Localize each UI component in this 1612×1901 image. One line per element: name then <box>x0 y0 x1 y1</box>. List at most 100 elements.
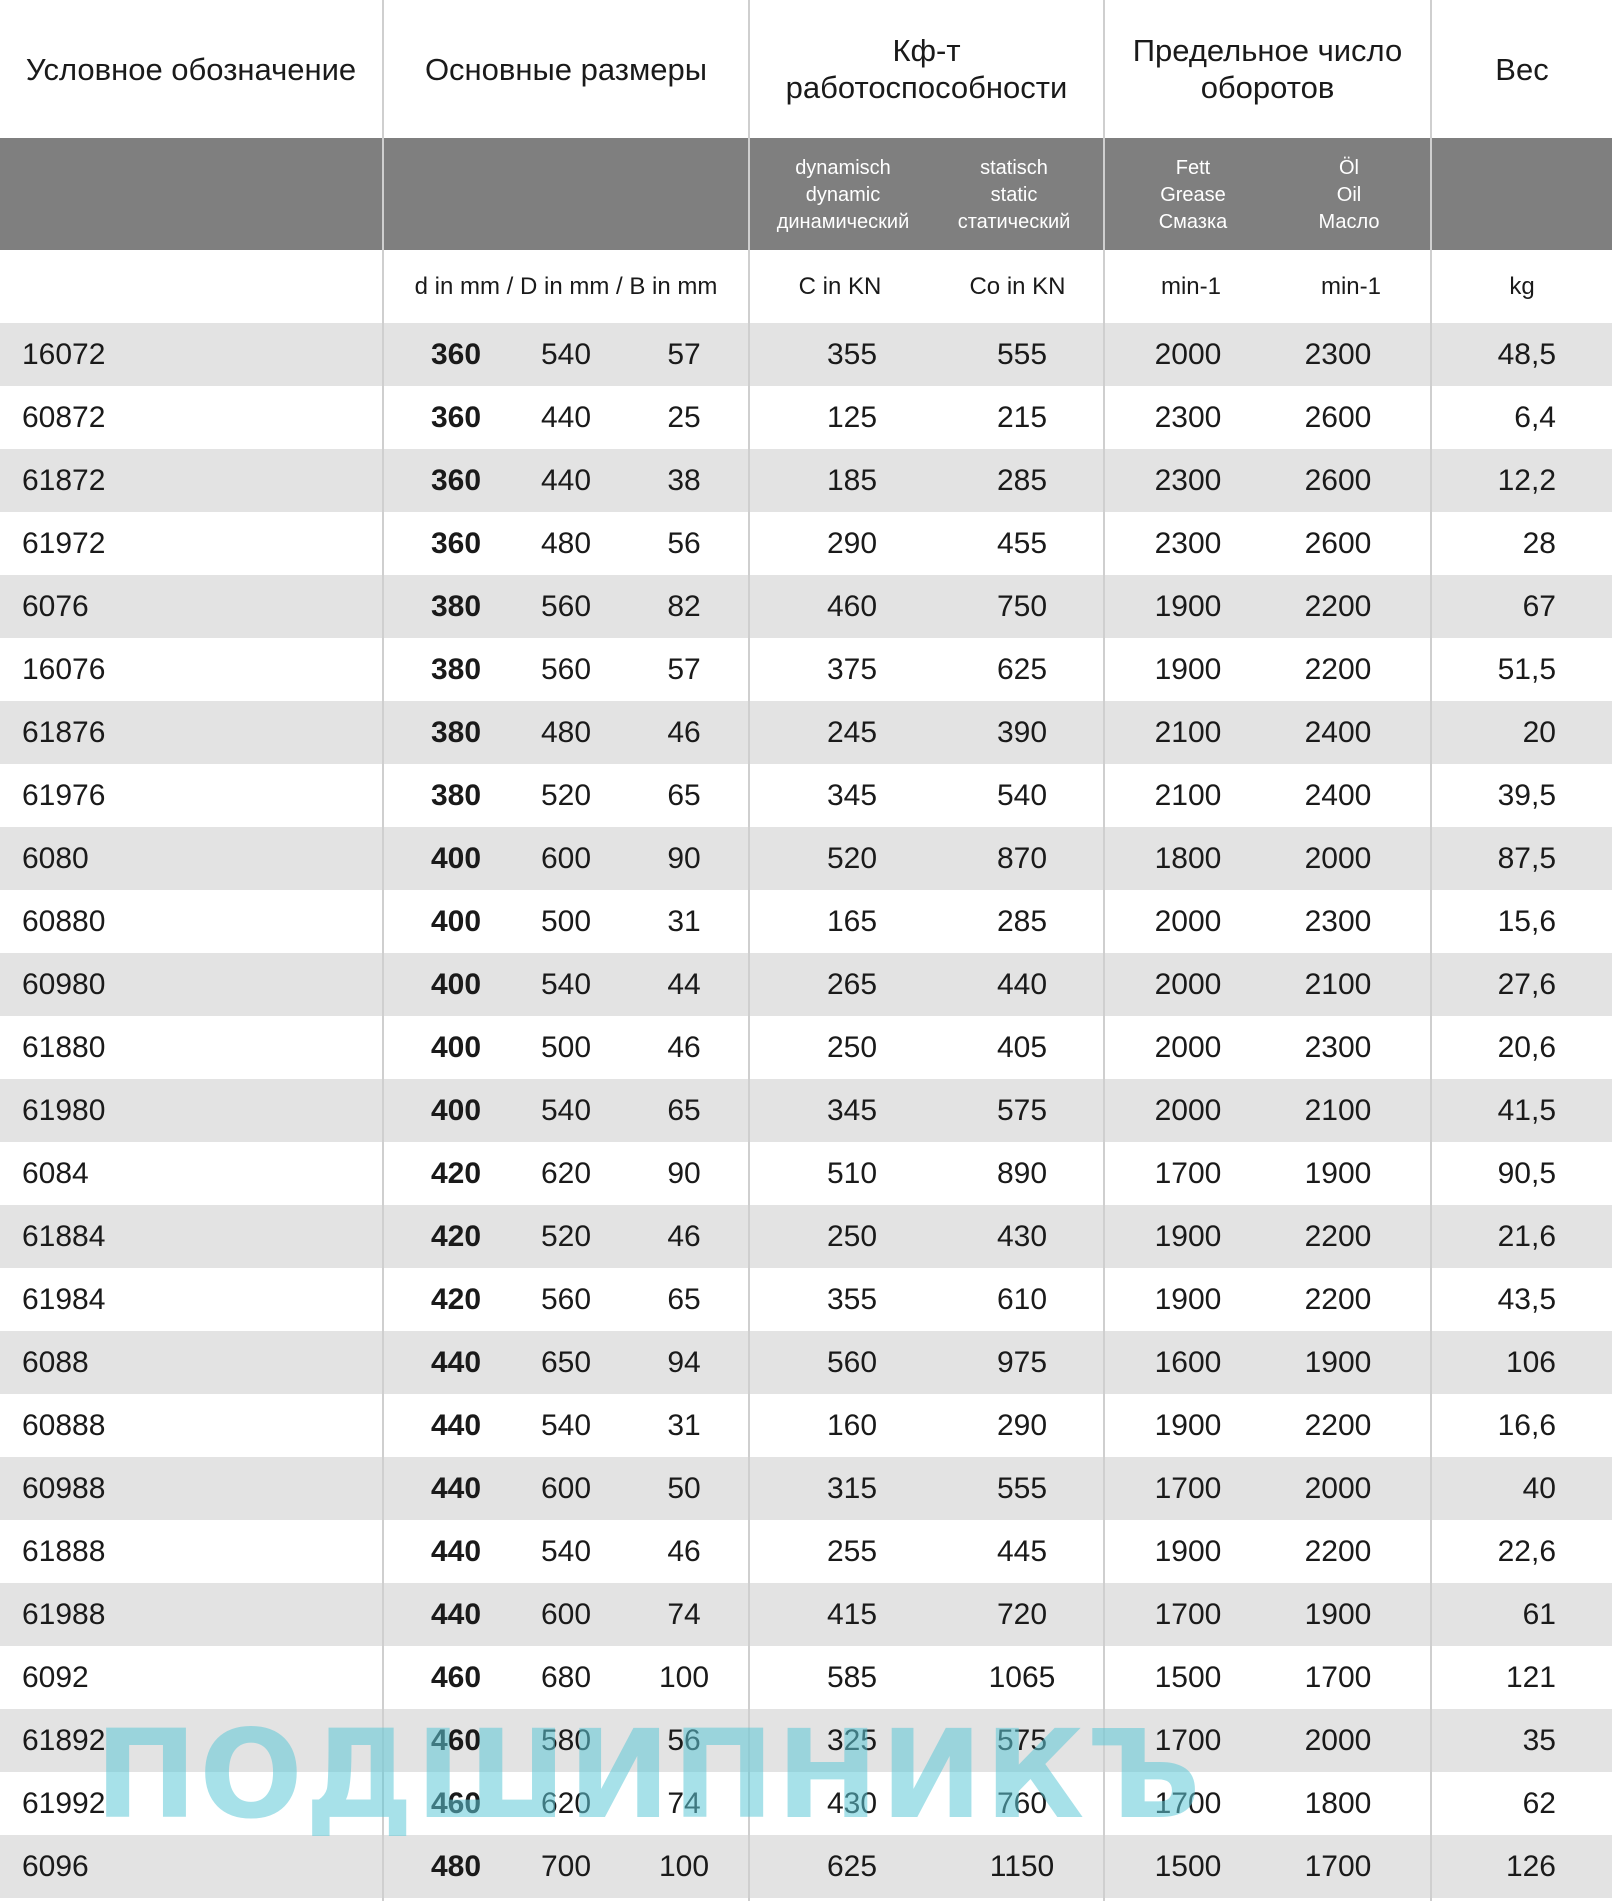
grease-speed-cell: 1900 <box>1154 1535 1222 1568</box>
table-row: 61884 420 520 46 250 430 1900 2200 21,6 <box>0 1205 1612 1268</box>
designation-cell: 60980 <box>22 968 106 1001</box>
table-row: 6080 400 600 90 520 870 1800 2000 87,5 <box>0 827 1612 890</box>
dynamic-C-cell: 355 <box>826 1283 878 1316</box>
table-row: 60988 440 600 50 315 555 1700 2000 40 <box>0 1457 1612 1520</box>
dynamic-C-cell: 185 <box>826 464 878 497</box>
designation-cell: 6088 <box>22 1346 89 1379</box>
bore-d-cell: 400 <box>430 842 482 875</box>
static-Co-cell: 430 <box>996 1220 1048 1253</box>
outer-D-cell: 560 <box>540 1283 592 1316</box>
oil-speed-cell: 2600 <box>1304 527 1372 560</box>
width-B-cell: 46 <box>667 1535 701 1568</box>
table-row: 6076 380 560 82 460 750 1900 2200 67 <box>0 575 1612 638</box>
bore-d-cell: 360 <box>430 338 482 371</box>
weight-cell: 121 <box>1505 1661 1556 1694</box>
dynamic-C-cell: 460 <box>826 590 878 623</box>
oil-speed-cell: 2400 <box>1304 779 1372 812</box>
grease-speed-cell: 1900 <box>1154 1409 1222 1442</box>
weight-cell: 90,5 <box>1497 1157 1556 1190</box>
designation-cell: 61976 <box>22 779 106 812</box>
static-Co-cell: 440 <box>996 968 1048 1001</box>
oil-speed-cell: 2200 <box>1304 653 1372 686</box>
outer-D-cell: 440 <box>540 401 592 434</box>
table-row: 61972 360 480 56 290 455 2300 2600 28 <box>0 512 1612 575</box>
grease-speed-cell: 2300 <box>1154 464 1222 497</box>
table-row: 60880 400 500 31 165 285 2000 2300 15,6 <box>0 890 1612 953</box>
bore-d-cell: 440 <box>430 1346 482 1379</box>
outer-D-cell: 500 <box>540 1031 592 1064</box>
weight-cell: 48,5 <box>1497 338 1556 371</box>
weight-cell: 21,6 <box>1497 1220 1556 1253</box>
weight-cell: 87,5 <box>1497 842 1556 875</box>
dynamic-C-cell: 265 <box>826 968 878 1001</box>
designation-cell: 61972 <box>22 527 106 560</box>
outer-D-cell: 540 <box>540 1409 592 1442</box>
bore-d-cell: 420 <box>430 1220 482 1253</box>
bore-d-cell: 360 <box>430 527 482 560</box>
grease-speed-cell: 1700 <box>1154 1157 1222 1190</box>
static-Co-cell: 555 <box>996 1472 1048 1505</box>
static-Co-cell: 540 <box>996 779 1048 812</box>
watermark-text: ПОДШИПНИКЪ <box>95 1704 1203 1846</box>
designation-cell: 16076 <box>22 653 106 686</box>
weight-cell: 28 <box>1522 527 1556 560</box>
designation-cell: 6080 <box>22 842 89 875</box>
grease-speed-cell: 2000 <box>1154 1094 1222 1127</box>
width-B-cell: 94 <box>667 1346 701 1379</box>
weight-cell: 67 <box>1522 590 1556 623</box>
table-row: 61984 420 560 65 355 610 1900 2200 43,5 <box>0 1268 1612 1331</box>
oil-speed-cell: 1900 <box>1304 1346 1372 1379</box>
outer-D-cell: 540 <box>540 968 592 1001</box>
units-oil: min-1 <box>1320 273 1381 300</box>
subheader-oil: Öl Oil Масло <box>1318 156 1380 233</box>
oil-speed-cell: 1900 <box>1304 1157 1372 1190</box>
header-dimensions: Основные размеры <box>424 51 708 87</box>
static-Co-cell: 390 <box>996 716 1048 749</box>
oil-speed-cell: 2000 <box>1304 842 1372 875</box>
weight-cell: 27,6 <box>1497 968 1556 1001</box>
bore-d-cell: 360 <box>430 401 482 434</box>
dynamic-C-cell: 165 <box>826 905 878 938</box>
width-B-cell: 65 <box>667 779 701 812</box>
units-grease: min-1 <box>1160 273 1221 300</box>
header-designation: Условное обозначение <box>25 51 357 87</box>
weight-cell: 51,5 <box>1497 653 1556 686</box>
table-row: 16072 360 540 57 355 555 2000 2300 48,5 <box>0 323 1612 386</box>
subheader-dynamic: dynamisch dynamic динамический <box>776 156 910 233</box>
oil-speed-cell: 1900 <box>1304 1598 1372 1631</box>
outer-D-cell: 600 <box>540 1598 592 1631</box>
designation-cell: 61988 <box>22 1598 106 1631</box>
width-B-cell: 57 <box>667 653 701 686</box>
dynamic-C-cell: 560 <box>826 1346 878 1379</box>
width-B-cell: 90 <box>667 1157 701 1190</box>
units-dimensions: d in mm / D in mm / B in mm <box>414 273 718 300</box>
table-row: 61988 440 600 74 415 720 1700 1900 61 <box>0 1583 1612 1646</box>
column-divider <box>1430 0 1432 1901</box>
dynamic-C-cell: 290 <box>826 527 878 560</box>
dynamic-C-cell: 245 <box>826 716 878 749</box>
weight-cell: 41,5 <box>1497 1094 1556 1127</box>
width-B-cell: 56 <box>667 527 701 560</box>
bore-d-cell: 440 <box>430 1598 482 1631</box>
grease-speed-cell: 2300 <box>1154 401 1222 434</box>
header-weight: Вес <box>1495 51 1549 87</box>
weight-cell: 62 <box>1522 1787 1556 1820</box>
dynamic-C-cell: 415 <box>826 1598 878 1631</box>
bore-d-cell: 380 <box>430 653 482 686</box>
designation-cell: 60988 <box>22 1472 106 1505</box>
weight-cell: 12,2 <box>1497 464 1556 497</box>
subheader-static: statisch static статический <box>957 156 1071 233</box>
static-Co-cell: 405 <box>996 1031 1048 1064</box>
static-Co-cell: 215 <box>996 401 1048 434</box>
oil-speed-cell: 2200 <box>1304 590 1372 623</box>
static-Co-cell: 975 <box>996 1346 1048 1379</box>
bore-d-cell: 400 <box>430 905 482 938</box>
static-Co-cell: 625 <box>996 653 1048 686</box>
designation-cell: 60872 <box>22 401 106 434</box>
designation-cell: 61884 <box>22 1220 106 1253</box>
designation-cell: 61876 <box>22 716 106 749</box>
table-row: 6088 440 650 94 560 975 1600 1900 106 <box>0 1331 1612 1394</box>
outer-D-cell: 540 <box>540 1094 592 1127</box>
dynamic-C-cell: 125 <box>826 401 878 434</box>
width-B-cell: 65 <box>667 1283 701 1316</box>
